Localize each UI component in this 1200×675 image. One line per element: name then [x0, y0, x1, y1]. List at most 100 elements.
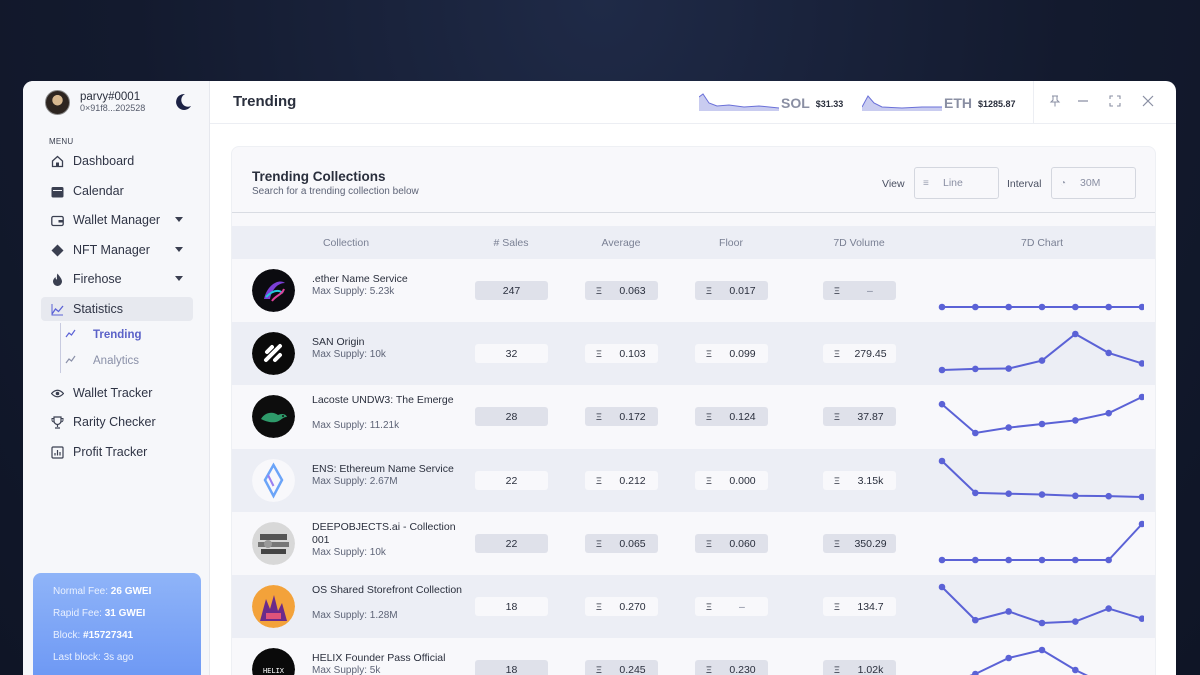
- column-header: 7D Chart: [1020, 237, 1064, 249]
- volume-value: –: [867, 284, 873, 297]
- collection-name[interactable]: .ether Name Service: [312, 273, 462, 286]
- deepobjects-logo: [252, 522, 295, 565]
- rapid-fee: Rapid Fee: 31 GWEI: [53, 608, 146, 619]
- interval-value: 30M: [1080, 177, 1101, 189]
- sidebar-item-nft-manager[interactable]: NFT Manager: [41, 238, 193, 262]
- sidebar-subitem-analytics[interactable]: Analytics: [65, 350, 139, 372]
- sparkline-point: [972, 429, 979, 437]
- sales-value: 22: [505, 474, 518, 487]
- interval-select[interactable]: ◔ 30M: [1051, 167, 1136, 199]
- sparkline-point: [1038, 619, 1046, 627]
- sol-sparkline: [699, 93, 779, 111]
- average-pill: Ξ 0.063: [585, 281, 658, 300]
- column-header[interactable]: Average: [602, 237, 641, 249]
- san-origin-logo: [252, 332, 295, 375]
- diamond-icon: [50, 243, 64, 257]
- volume-pill: Ξ 279.45: [823, 344, 896, 363]
- sidebar-item-wallet-manager[interactable]: Wallet Manager: [41, 208, 193, 232]
- sparkline-point: [1005, 556, 1012, 564]
- volume-value: 279.45: [854, 347, 887, 360]
- sidebar-item-label: Profit Tracker: [73, 445, 148, 459]
- collection-name[interactable]: OS Shared Storefront Collection: [312, 584, 462, 597]
- view-value: Line: [943, 177, 963, 189]
- collection-name[interactable]: ENS: Ethereum Name Service: [312, 463, 462, 476]
- average-value: 0.172: [619, 410, 646, 423]
- sparkline-point: [1072, 417, 1079, 424]
- collection-name[interactable]: SAN Origin: [312, 336, 462, 349]
- pin-icon[interactable]: [1048, 95, 1062, 109]
- sales-pill: 22: [475, 534, 548, 553]
- top-bar: Trending SOL $31.33 ETH $1285.87: [210, 81, 1176, 124]
- table-row[interactable]: OS Shared Storefront Collection Max Suppl…: [232, 575, 1155, 638]
- sidebar-item-label: NFT Manager: [73, 243, 150, 257]
- sidebar-subitem-trending[interactable]: Trending: [65, 324, 142, 346]
- helix-logo: HELIX: [252, 648, 295, 675]
- table-row[interactable]: DEEPOBJECTS.ai - Collection 001 Max Suppl…: [232, 512, 1155, 575]
- table-row[interactable]: ENS: Ethereum Name Service Max Supply: 2.…: [232, 449, 1155, 512]
- sparkline-point: [1105, 303, 1112, 311]
- sidebar-item-profit-tracker[interactable]: Profit Tracker: [41, 440, 193, 464]
- average-value: 0.270: [619, 600, 646, 613]
- sparkline-point: [1138, 360, 1144, 367]
- view-select[interactable]: ≡ Line: [914, 167, 999, 199]
- volume-value: 134.7: [857, 600, 884, 613]
- user-profile[interactable]: parvy#0001 0×91f8...202528: [45, 90, 145, 115]
- chevron-down-icon: [175, 247, 183, 252]
- sparkline-point: [938, 583, 946, 591]
- table-row[interactable]: Lacoste UNDW3: The Emerge Max Supply: 11.…: [232, 385, 1155, 448]
- moon-icon[interactable]: [173, 92, 193, 112]
- sales-value: 18: [505, 663, 518, 675]
- column-header[interactable]: # Sales: [493, 237, 528, 249]
- sales-pill: 32: [475, 344, 548, 363]
- sidebar-item-wallet-tracker[interactable]: Wallet Tracker: [41, 381, 193, 405]
- collection-name[interactable]: DEEPOBJECTS.ai - Collection 001: [312, 521, 462, 547]
- sparkline-point: [1072, 556, 1079, 564]
- sparkline-chart: [938, 330, 1144, 374]
- sparkline-point: [1038, 357, 1046, 364]
- average-value: 0.103: [619, 347, 646, 360]
- floor-value: –: [739, 600, 745, 613]
- floor-value: 0.230: [729, 663, 756, 675]
- sparkline-chart: [938, 520, 1144, 564]
- column-header[interactable]: Collection: [323, 237, 369, 249]
- column-header[interactable]: 7D Volume: [833, 237, 884, 249]
- sparkline-point: [1138, 615, 1144, 622]
- sidebar-item-rarity-checker[interactable]: Rarity Checker: [41, 410, 193, 434]
- sales-pill: 18: [475, 597, 548, 616]
- minimize-icon[interactable]: [1076, 95, 1090, 109]
- average-pill: Ξ 0.103: [585, 344, 658, 363]
- collection-name[interactable]: HELIX Founder Pass Official: [312, 652, 462, 665]
- sales-pill: 28: [475, 407, 548, 426]
- table-row[interactable]: .ether Name Service Max Supply: 5.23k 247 Ξ…: [232, 259, 1155, 322]
- table-row[interactable]: SAN Origin Max Supply: 10k 32 Ξ 0.103 Ξ 0.099 Ξ…: [232, 322, 1155, 385]
- sparkline-chart: [969, 646, 1089, 675]
- flame-icon: [50, 272, 64, 286]
- sidebar-item-calendar[interactable]: Calendar: [41, 179, 193, 203]
- sparkline-point: [1105, 556, 1112, 564]
- ticker-eth: ETH $1285.87: [862, 91, 1016, 111]
- sparkline-chart: [938, 457, 1144, 501]
- collection-supply: Max Supply: 10k: [312, 349, 386, 360]
- table-row[interactable]: HELIX HELIX Founder Pass Official Max Supp…: [232, 638, 1155, 675]
- column-header[interactable]: Floor: [719, 237, 743, 249]
- sparkline-line: [942, 523, 1143, 561]
- sparkline-point: [1105, 349, 1112, 357]
- sparkline-point: [1005, 424, 1012, 431]
- sidebar-item-dashboard[interactable]: Dashboard: [41, 149, 193, 173]
- sidebar-item-statistics[interactable]: Statistics: [41, 297, 193, 321]
- floor-pill: Ξ –: [695, 597, 768, 616]
- collection-supply: Max Supply: 2.67M: [312, 476, 398, 487]
- avatar: [45, 90, 70, 115]
- view-label: View: [882, 178, 905, 190]
- sparkline-line: [941, 586, 1143, 625]
- sparkline-point: [972, 489, 979, 497]
- sidebar-item-label: Firehose: [73, 272, 122, 286]
- sparkline-chart: [938, 393, 1144, 437]
- sales-pill: 18: [475, 660, 548, 675]
- maximize-icon[interactable]: [1108, 95, 1122, 109]
- ticker-symbol: ETH: [944, 95, 972, 111]
- close-icon[interactable]: [1141, 95, 1155, 109]
- sparkline-point: [1072, 618, 1079, 625]
- collection-name[interactable]: Lacoste UNDW3: The Emerge: [312, 394, 462, 407]
- sidebar-item-firehose[interactable]: Firehose: [41, 267, 193, 291]
